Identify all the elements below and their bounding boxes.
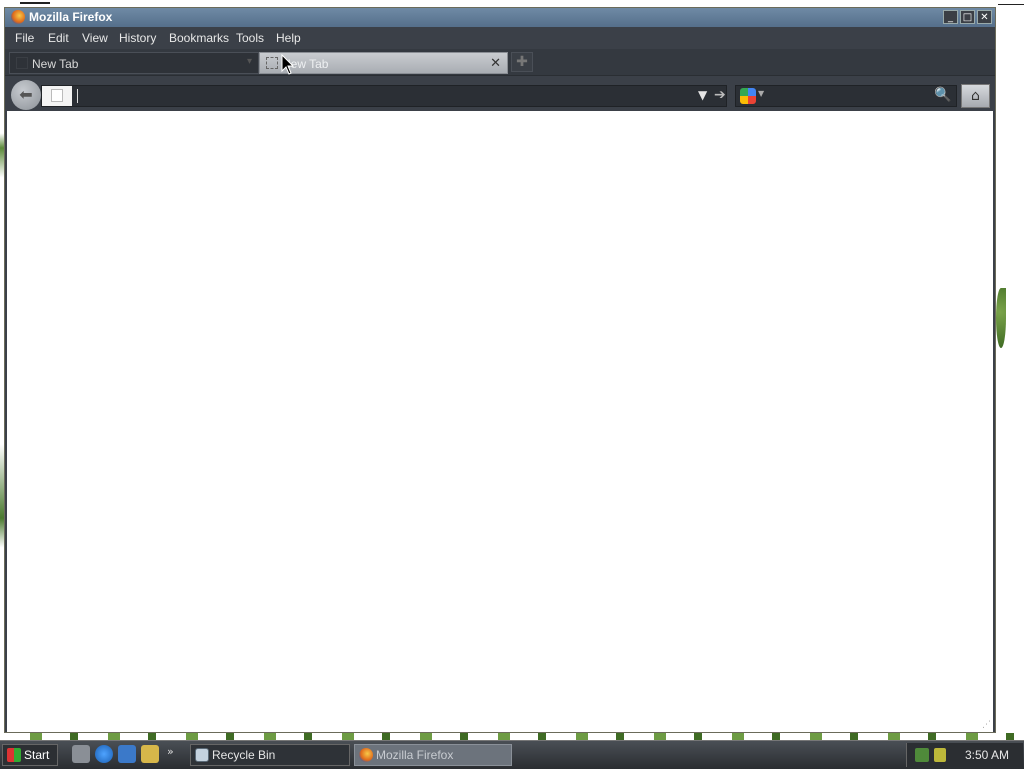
tab-new-tab-1[interactable]: New Tab ▾ [9, 52, 259, 74]
url-bar[interactable]: ▼ ➔ [41, 85, 727, 107]
tab-new-tab-2[interactable]: New Tab ✕ [259, 52, 508, 74]
page-icon [16, 57, 28, 69]
window-titlebar[interactable]: Mozilla Firefox _ □ ✕ [5, 8, 995, 27]
search-icon[interactable] [141, 745, 159, 763]
quick-launch-more-icon[interactable]: » [167, 745, 174, 758]
desktop-edge-line [998, 4, 1024, 5]
clock[interactable]: 3:50 AM [965, 748, 1009, 762]
outlook-icon[interactable] [118, 745, 136, 763]
menu-file[interactable]: File [15, 31, 34, 45]
menu-history[interactable]: History [119, 31, 156, 45]
firefox-icon [359, 748, 373, 762]
menu-edit[interactable]: Edit [48, 31, 69, 45]
close-tab-icon[interactable]: ✕ [490, 55, 501, 71]
recycle-bin-icon [195, 748, 209, 762]
menu-bar: File Edit View History Bookmarks Tools H… [5, 27, 995, 49]
close-button[interactable]: ✕ [977, 10, 992, 24]
resize-grip-icon[interactable]: ⋰ [982, 720, 991, 730]
minimize-button[interactable]: _ [943, 10, 958, 24]
taskbar-button-label: Recycle Bin [212, 748, 276, 762]
menu-view[interactable]: View [82, 31, 108, 45]
text-caret [77, 89, 78, 103]
back-button[interactable]: ⬅ [11, 80, 41, 110]
notification-icon[interactable] [934, 748, 946, 762]
site-identity-icon[interactable] [42, 86, 72, 106]
leaf-decoration [996, 288, 1006, 348]
window-title: Mozilla Firefox [29, 10, 113, 24]
firefox-icon [11, 10, 25, 24]
page-content[interactable]: ⋰ [7, 111, 993, 732]
taskbar: Start » Recycle Bin Mozilla Firefox 3:50… [0, 740, 1024, 769]
tab-bar: New Tab ▾ New Tab ✕ [5, 49, 995, 75]
mouse-cursor-icon [281, 53, 295, 79]
desktop-right-edge [996, 0, 1024, 740]
taskbar-button-label: Mozilla Firefox [376, 748, 454, 762]
firefox-window: Mozilla Firefox _ □ ✕ File Edit View His… [4, 7, 996, 733]
menu-help[interactable]: Help [276, 31, 301, 45]
tab-dropdown-icon: ▾ [246, 56, 252, 67]
search-icon[interactable]: 🔍 [934, 87, 951, 103]
maximize-button[interactable]: □ [960, 10, 975, 24]
start-label: Start [24, 748, 50, 762]
start-logo-icon [7, 748, 21, 762]
system-tray: 3:50 AM [906, 743, 1023, 767]
page-icon [266, 57, 278, 69]
navigation-toolbar: ⬅ ▼ ➔ ▼ 🔍 ⌂ [5, 75, 995, 112]
desktop-edge-line [20, 2, 50, 4]
start-button[interactable]: Start [2, 744, 58, 766]
taskbar-button-recycle-bin[interactable]: Recycle Bin [190, 744, 350, 766]
home-button[interactable]: ⌂ [961, 84, 990, 108]
tab-label: New Tab [32, 57, 79, 71]
show-desktop-icon[interactable] [72, 745, 90, 763]
taskbar-button-firefox[interactable]: Mozilla Firefox [354, 744, 512, 766]
google-icon[interactable] [740, 88, 756, 104]
menu-bookmarks[interactable]: Bookmarks [169, 31, 229, 45]
new-tab-button[interactable]: ✚ [511, 52, 533, 72]
go-arrow-icon[interactable]: ➔ [714, 87, 726, 103]
url-input[interactable] [76, 87, 680, 107]
network-icon[interactable] [915, 748, 929, 762]
internet-explorer-icon[interactable] [95, 745, 113, 763]
search-engine-dropdown-icon[interactable]: ▼ [758, 89, 764, 98]
url-history-dropdown-icon[interactable]: ▼ [698, 88, 707, 102]
menu-tools[interactable]: Tools [236, 31, 264, 45]
search-bar[interactable]: ▼ 🔍 [735, 85, 957, 107]
